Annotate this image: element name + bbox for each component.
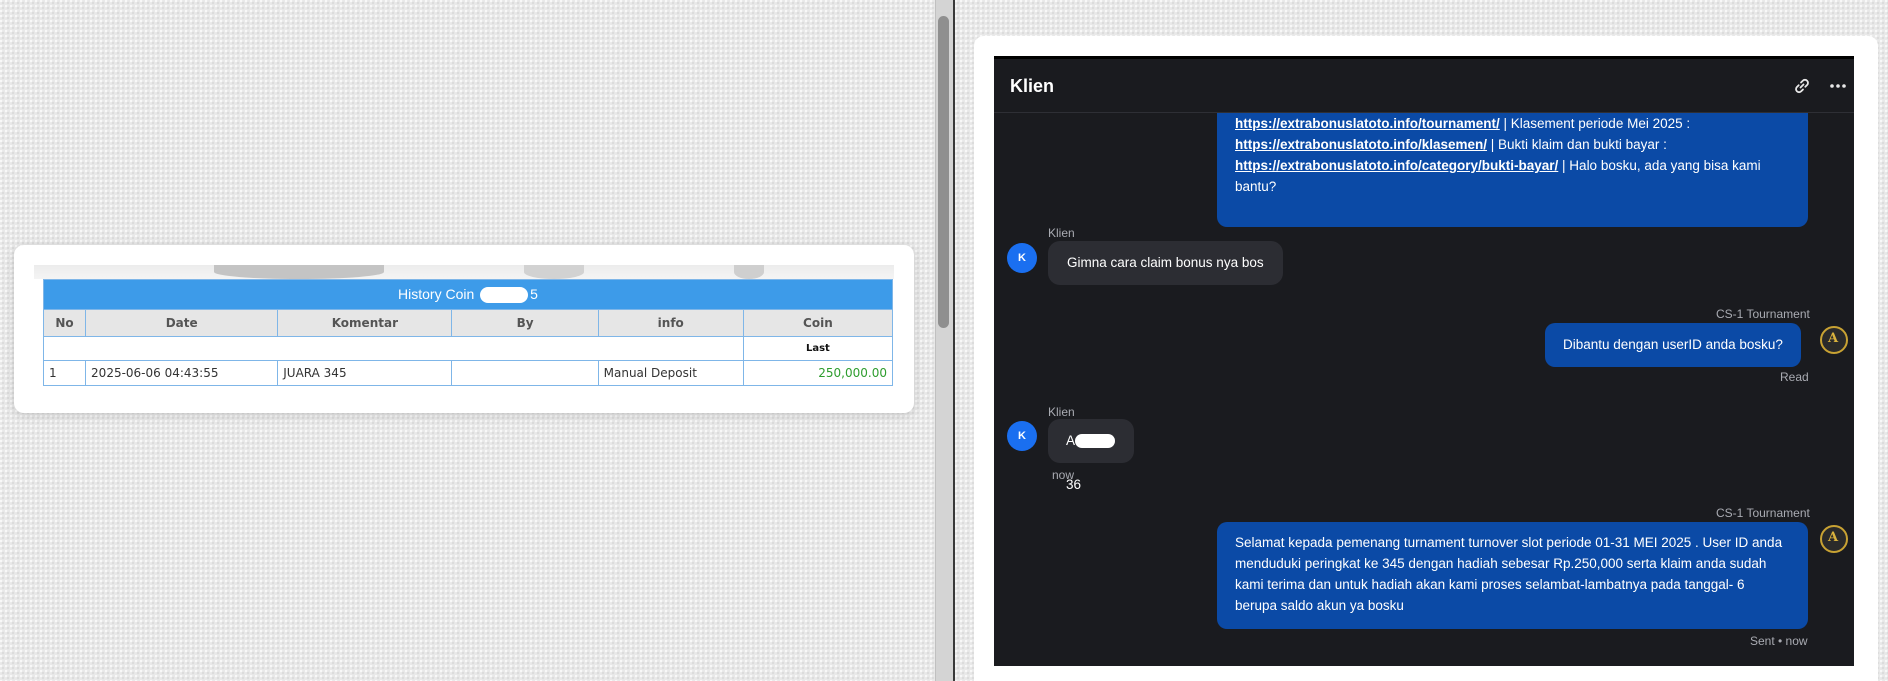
klasemen-link[interactable]: https://extrabonuslatoto.info/klasemen/ [1235,137,1487,152]
table-title: History Coin 5 [43,279,893,310]
message-bubble-outgoing: Selamat kepada pemenang turnament turnov… [1217,522,1808,629]
link-icon[interactable] [1792,76,1812,96]
message-bubble-outgoing: Dibantu dengan userID anda bosku? [1545,323,1801,367]
more-icon[interactable] [1828,76,1848,96]
sender-name: CS-1 Tournament [1716,506,1810,520]
redacted-box [1075,434,1116,449]
timestamp: now [1052,468,1075,482]
history-screenshot: History Coin 5 No Date Komentar By info … [34,265,894,397]
sub-header-spacer [43,336,744,361]
scrollbar-thumb[interactable] [938,16,949,328]
chat-title: Klien [1010,76,1055,96]
chat-card: Klien https://extrabonuslatoto.info/tour… [974,36,1878,681]
cell-info: Manual Deposit [597,360,744,386]
cell-no: 1 [42,360,87,386]
cell-by [451,360,599,386]
agent-avatar: A [1820,525,1848,553]
history-card: History Coin 5 No Date Komentar By info … [14,245,914,413]
sender-name: CS-1 Tournament [1716,307,1810,321]
col-header-no: No [42,309,87,337]
divider-line [953,0,955,681]
table-row: 1 2025-06-06 04:43:55 JUARA 345 Manual D… [42,360,894,386]
message-bubble-incoming: Gimna cara claim bonus nya bos [1048,241,1283,285]
agent-avatar: A [1820,326,1848,354]
col-header-date: Date [85,309,279,337]
avatar: K [1007,421,1037,451]
cell-date: 2025-06-06 04:43:55 [85,360,279,386]
read-receipt: Read [1780,370,1809,384]
col-header-by: By [451,309,599,337]
message-bubble-incoming: A36 [1048,419,1134,492]
cell-komentar: JUARA 345 [277,360,453,386]
avatar: K [1007,243,1037,273]
sender-name: Klien [1048,226,1075,240]
chat-window: Klien https://extrabonuslatoto.info/tour… [994,56,1854,666]
map-banner [34,265,894,279]
tournament-link[interactable]: https://extrabonuslatoto.info/tournament… [1235,116,1500,131]
col-header-komentar: Komentar [277,309,453,337]
redacted-box [480,287,529,304]
bukti-bayar-link[interactable]: https://extrabonuslatoto.info/category/b… [1235,158,1558,173]
cell-coin: 250,000.00 [742,360,894,386]
col-header-info: info [597,309,744,337]
col-header-coin: Coin [742,309,894,337]
sender-name: Klien [1048,405,1075,419]
chat-header: Klien [994,59,1854,113]
sub-header-last: Last [742,336,894,361]
sent-status: Sent • now [1750,634,1808,648]
history-coin-table: History Coin 5 No Date Komentar By info … [42,279,894,386]
